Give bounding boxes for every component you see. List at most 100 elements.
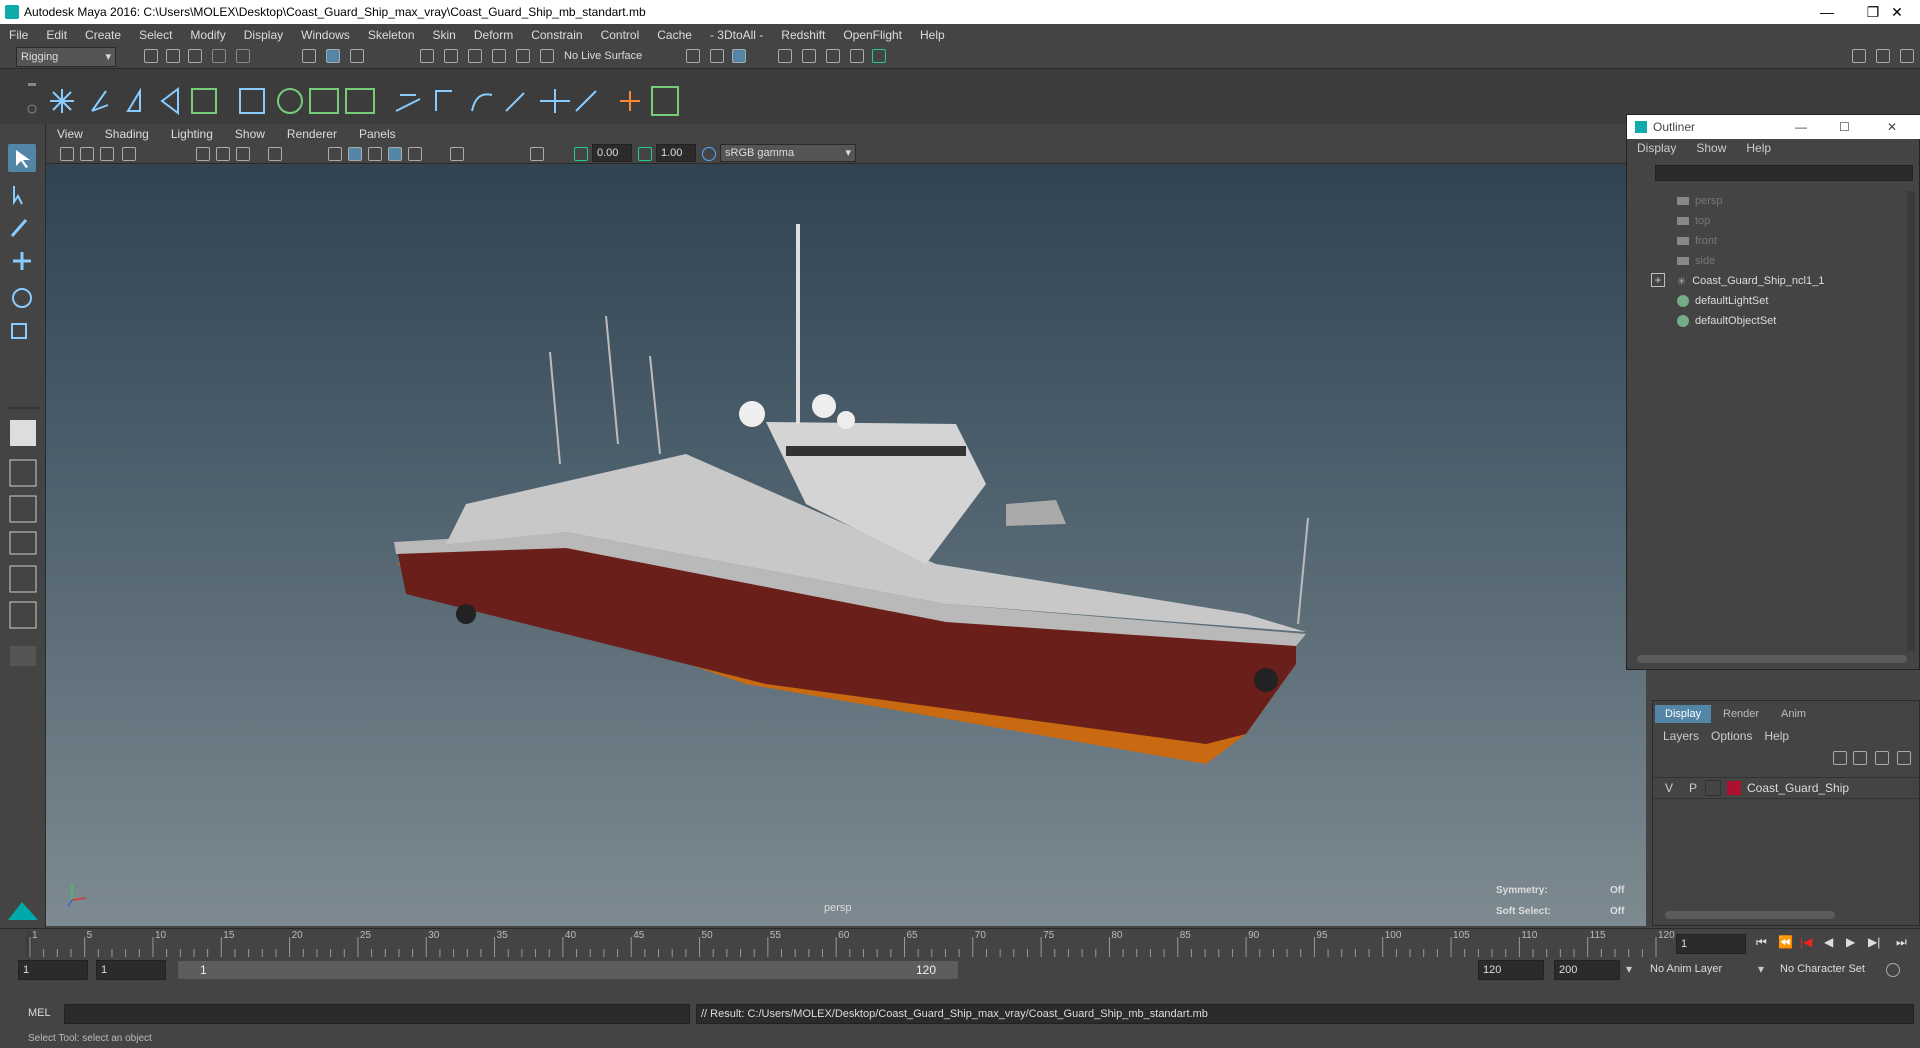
command-input[interactable] (64, 1004, 690, 1024)
snap-point-icon[interactable] (468, 49, 482, 63)
step-forward-frame-button[interactable]: ▶| (1868, 935, 1880, 949)
viewport-persp[interactable]: persp Symmetry: Off Soft Select: Off (46, 124, 1646, 926)
render-view-icon[interactable] (778, 49, 792, 63)
render-current-icon[interactable] (802, 49, 816, 63)
camera-attributes-icon[interactable] (80, 147, 94, 161)
menu-select[interactable]: Select (130, 28, 181, 42)
menu-file[interactable]: File (0, 28, 37, 42)
start-time-field[interactable]: 1 (18, 960, 88, 980)
minimize-button[interactable]: — (1804, 0, 1850, 24)
snap-curve-icon[interactable] (444, 49, 458, 63)
step-back-key-button[interactable]: ⏪ (1778, 935, 1793, 949)
shadows-icon[interactable] (408, 147, 422, 161)
grid-icon[interactable] (196, 147, 210, 161)
panel-menu-lighting[interactable]: Lighting (160, 127, 224, 141)
outliner-menu-display[interactable]: Display (1627, 141, 1686, 159)
resolution-gate-icon[interactable] (236, 147, 250, 161)
use-lights-icon[interactable] (388, 147, 402, 161)
menu-edit[interactable]: Edit (37, 28, 76, 42)
redo-icon[interactable] (236, 49, 250, 63)
layer-visibility-toggle[interactable]: V (1665, 781, 1673, 795)
bookmark-icon[interactable] (100, 147, 114, 161)
exposure-field[interactable]: 0.00 (592, 144, 632, 162)
snap-surface-icon[interactable] (516, 49, 530, 63)
outliner-item-ship-group[interactable]: ✳ Coast_Guard_Ship_ncl1_1 (1677, 271, 1824, 291)
play-backwards-button[interactable]: ◀ (1824, 935, 1833, 949)
select-hierarchy-icon[interactable] (302, 49, 316, 63)
current-frame-field[interactable]: 1 (1676, 934, 1746, 954)
layer-menu-options[interactable]: Options (1705, 729, 1758, 743)
outliner-item-default-light-set[interactable]: defaultLightSet (1677, 291, 1768, 311)
select-component-icon[interactable] (350, 49, 364, 63)
play-forwards-button[interactable]: ▶ (1846, 935, 1855, 949)
menu-windows[interactable]: Windows (292, 28, 359, 42)
outliner-item-front[interactable]: front (1677, 231, 1717, 251)
menu-create[interactable]: Create (76, 28, 130, 42)
ship-model[interactable] (46, 124, 1646, 926)
undo-icon[interactable] (212, 49, 226, 63)
open-scene-icon[interactable] (166, 49, 180, 63)
panel-menu-show[interactable]: Show (224, 127, 276, 141)
tab-display[interactable]: Display (1655, 705, 1712, 723)
save-scene-icon[interactable] (188, 49, 202, 63)
outliner-close-button[interactable]: ✕ (1887, 120, 1897, 134)
character-set-dropdown[interactable]: ▾ (1758, 962, 1764, 976)
layer-menu-help[interactable]: Help (1758, 729, 1795, 743)
new-layer-icon[interactable] (1875, 751, 1889, 765)
anim-layer-dropdown[interactable]: ▾ (1626, 962, 1632, 976)
select-object-icon[interactable] (326, 49, 340, 63)
outliner-item-default-object-set[interactable]: defaultObjectSet (1677, 311, 1776, 331)
anim-layer-label[interactable]: No Anim Layer (1650, 963, 1722, 975)
modeling-toolkit-icon[interactable] (1852, 49, 1866, 63)
snap-grid-icon[interactable] (420, 49, 434, 63)
layer-playback-toggle[interactable]: P (1689, 781, 1697, 795)
ipr-render-icon[interactable] (826, 49, 840, 63)
menu-cache[interactable]: Cache (648, 28, 701, 42)
panel-menu-renderer[interactable]: Renderer (276, 127, 348, 141)
hypershade-icon[interactable] (872, 49, 886, 63)
output-ops-icon[interactable] (710, 49, 724, 63)
layer-horizontal-scrollbar[interactable] (1665, 911, 1835, 919)
layer-row[interactable]: V P Coast_Guard_Ship (1653, 777, 1919, 799)
attribute-editor-icon[interactable] (1876, 49, 1890, 63)
preferences-icon[interactable] (1886, 963, 1900, 977)
layer-display-type[interactable] (1705, 780, 1721, 796)
film-gate-icon[interactable] (216, 147, 230, 161)
range-slider-bar[interactable]: 1 120 (178, 961, 958, 979)
layer-menu-layers[interactable]: Layers (1653, 729, 1705, 743)
color-space-dropdown[interactable]: sRGB gamma ▾ (720, 144, 856, 162)
exposure-icon[interactable] (574, 147, 588, 161)
anim-end-field[interactable]: 200 (1554, 960, 1620, 980)
go-to-start-button[interactable]: ⏮ (1756, 935, 1767, 950)
outliner-menu-show[interactable]: Show (1686, 141, 1736, 159)
isolate-select-icon[interactable] (530, 147, 544, 161)
outliner-item-persp[interactable]: persp (1677, 191, 1723, 211)
outliner-maximize-button[interactable]: ☐ (1839, 120, 1850, 134)
outliner-minimize-button[interactable]: — (1795, 120, 1807, 134)
time-slider[interactable]: 1 5 10 15 20 25 30 35 40 45 50 55 60 65 70 75 80 85 90 95 10… (0, 928, 1920, 958)
xray-icon[interactable] (450, 147, 464, 161)
menu-constrain[interactable]: Constrain (522, 28, 591, 42)
menu-skin[interactable]: Skin (424, 28, 465, 42)
new-layer-selected-icon[interactable] (1897, 751, 1911, 765)
command-language-label[interactable]: MEL (28, 1007, 51, 1019)
menu-openflight[interactable]: OpenFlight (834, 28, 911, 42)
menu-control[interactable]: Control (592, 28, 649, 42)
safe-action-icon[interactable] (268, 147, 282, 161)
menu-3dtoall[interactable]: - 3DtoAll - (701, 28, 772, 42)
select-camera-icon[interactable] (60, 147, 74, 161)
time-slider-ruler[interactable] (0, 929, 1660, 959)
character-set-label[interactable]: No Character Set (1780, 963, 1865, 975)
snap-view-plane-icon[interactable] (492, 49, 506, 63)
step-back-frame-button[interactable]: |◀ (1800, 935, 1812, 949)
wireframe-icon[interactable] (328, 147, 342, 161)
make-live-icon[interactable] (540, 49, 554, 63)
menu-modify[interactable]: Modify (181, 28, 234, 42)
menu-redshift[interactable]: Redshift (772, 28, 834, 42)
outliner-item-top[interactable]: top (1677, 211, 1710, 231)
textured-icon[interactable] (368, 147, 382, 161)
gamma-field[interactable]: 1.00 (656, 144, 696, 162)
end-time-field[interactable]: 120 (1478, 960, 1544, 980)
layer-color-swatch[interactable] (1727, 781, 1741, 795)
new-scene-icon[interactable] (144, 49, 158, 63)
